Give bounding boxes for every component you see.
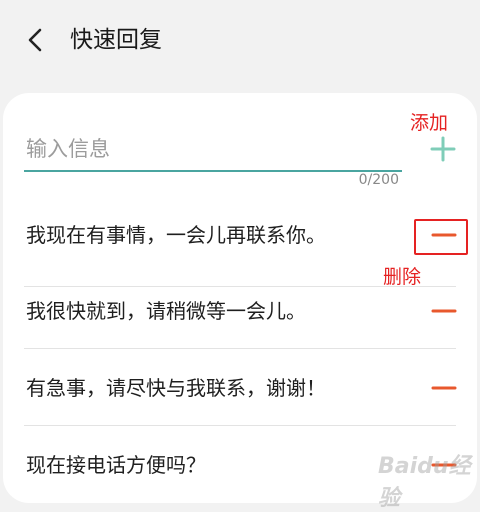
delete-button[interactable] (430, 299, 458, 323)
char-counter: 0/200 (358, 172, 399, 188)
plus-icon (430, 136, 456, 162)
delete-button[interactable] (430, 376, 458, 400)
reply-text: 我现在有事情，一会儿再联系你。 (26, 223, 326, 247)
reply-row[interactable]: 我现在有事情，一会儿再联系你。 (24, 205, 464, 265)
add-button[interactable] (428, 134, 458, 164)
add-annotation: 添加 (410, 112, 449, 134)
minus-icon (431, 386, 457, 390)
header: 快速回复 (0, 0, 480, 80)
reply-text: 现在接电话方便吗？ (26, 453, 206, 477)
minus-icon (431, 309, 457, 313)
reply-row[interactable]: 有急事，请尽快与我联系，谢谢！ (24, 358, 464, 418)
reply-text: 有急事，请尽快与我联系，谢谢！ (26, 376, 326, 400)
page-title: 快速回复 (70, 27, 162, 53)
back-button[interactable] (18, 22, 54, 58)
back-arrow-icon (28, 28, 42, 52)
reply-text: 我很快就到，请稍微等一会儿。 (26, 299, 306, 323)
message-input[interactable] (24, 128, 402, 172)
divider (24, 425, 456, 426)
watermark: Baidu经验 (378, 454, 471, 511)
delete-highlight-box (414, 219, 468, 255)
reply-row[interactable]: 我很快就到，请稍微等一会儿。 (24, 281, 464, 341)
divider (24, 348, 456, 349)
